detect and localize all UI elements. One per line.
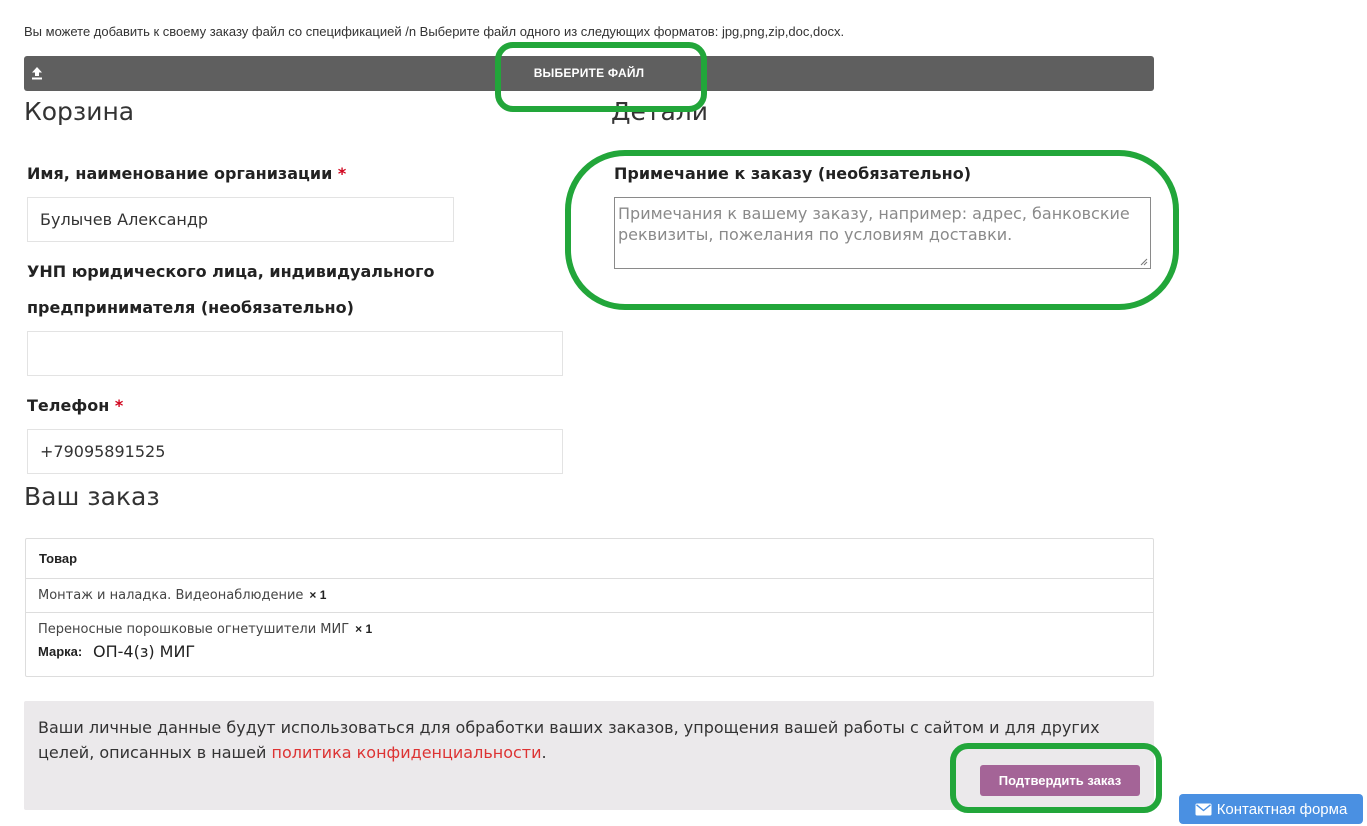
- unp-input[interactable]: [27, 331, 563, 376]
- product-meta-key: Марка:: [38, 644, 83, 659]
- phone-field-label-text: Телефон: [27, 396, 110, 415]
- table-row: Монтаж и наладка. Видеонаблюдение × 1: [26, 579, 1153, 613]
- product-line: Монтаж и наладка. Видеонаблюдение × 1: [38, 588, 326, 603]
- name-field-label-text: Имя, наименование организации: [27, 164, 333, 183]
- choose-file-label: ВЫБЕРИТЕ ФАЙЛ: [533, 66, 645, 80]
- privacy-text: Ваши личные данные будут использоваться …: [38, 715, 1128, 765]
- upload-info-text: Вы можете добавить к своему заказу файл …: [24, 24, 845, 39]
- unp-field-label-line2: предпринимателя (необязательно): [27, 298, 354, 317]
- name-field-label: Имя, наименование организации *: [27, 164, 346, 183]
- your-order-heading: Ваш заказ: [24, 482, 160, 511]
- order-notes-label: Примечание к заказу (необязательно): [614, 164, 971, 183]
- table-header-row: Товар: [26, 539, 1153, 579]
- resize-grip-icon[interactable]: [1140, 258, 1148, 266]
- required-mark: *: [337, 164, 347, 183]
- choose-file-button[interactable]: ВЫБЕРИТЕ ФАЙЛ: [24, 56, 1154, 91]
- cart-heading: Корзина: [24, 97, 135, 126]
- product-line: Переносные порошковые огнетушители МИГ × …: [38, 622, 372, 637]
- table-row: Переносные порошковые огнетушители МИГ × …: [26, 613, 1153, 676]
- unp-field-label-line1: УНП юридического лица, индивидуального: [27, 262, 435, 281]
- phone-input[interactable]: +79095891525: [27, 429, 563, 474]
- product-meta-value: ОП-4(з) МИГ: [93, 642, 196, 661]
- product-name: Монтаж и наладка. Видеонаблюдение: [38, 588, 304, 603]
- product-qty: × 1: [355, 622, 373, 636]
- privacy-policy-link[interactable]: политика конфиденциальности: [271, 743, 541, 762]
- required-mark: *: [114, 396, 124, 415]
- name-input[interactable]: Булычев Александр: [27, 197, 454, 242]
- product-column-header: Товар: [39, 551, 78, 566]
- envelope-icon: [1195, 803, 1212, 815]
- product-name: Переносные порошковые огнетушители МИГ: [38, 622, 350, 637]
- phone-field-label: Телефон *: [27, 396, 123, 415]
- confirm-order-button[interactable]: Подтвердить заказ: [980, 765, 1140, 796]
- product-qty: × 1: [309, 588, 327, 602]
- privacy-text-before: Ваши личные данные будут использоваться …: [38, 718, 1100, 762]
- order-notes-textarea[interactable]: Примечания к вашему заказу, например: ад…: [614, 197, 1151, 269]
- order-notes-placeholder: Примечания к вашему заказу, например: ад…: [618, 204, 1130, 244]
- contact-form-label: Контактная форма: [1216, 800, 1348, 818]
- contact-form-button[interactable]: Контактная форма: [1179, 794, 1363, 824]
- details-heading: Детали: [611, 97, 709, 126]
- order-table: Товар Монтаж и наладка. Видеонаблюдение ×…: [25, 538, 1154, 677]
- privacy-text-after: .: [541, 743, 547, 762]
